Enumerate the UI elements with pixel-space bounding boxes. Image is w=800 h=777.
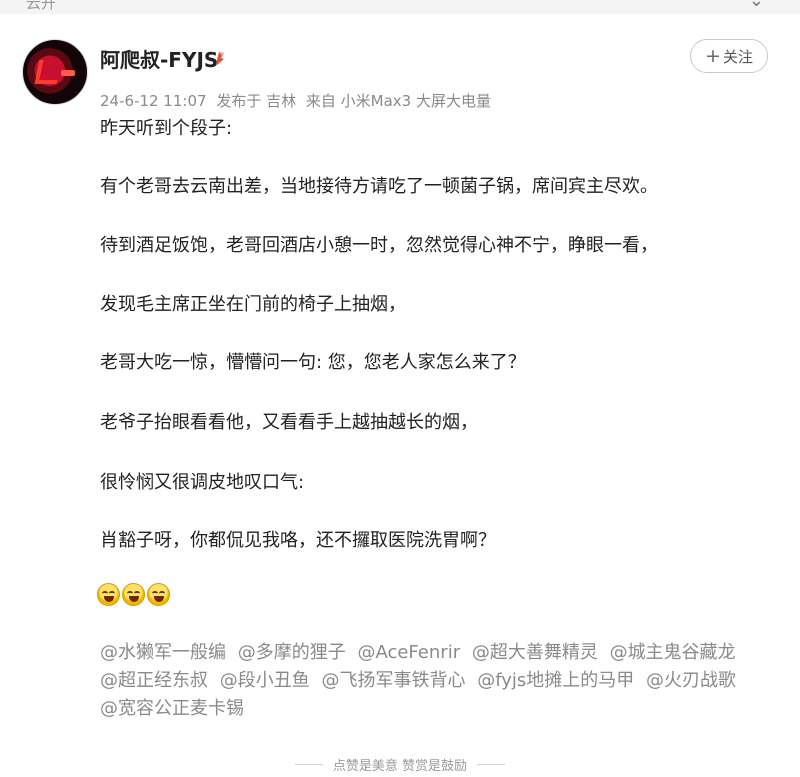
mention-link[interactable]: @AceFenrir	[357, 642, 460, 663]
mention-link[interactable]: @城主鬼谷藏龙	[610, 642, 736, 663]
post-text-line: 肖豁子呀，你都侃见我咯，还不攞取医院洗胃啊？	[100, 530, 496, 551]
post-meta: 24-6-12 11:07 发布于 吉林 来自 小米Max3 大屏大电量	[100, 90, 496, 111]
top-strip: 云开 ⌄	[0, 0, 800, 14]
post-text-line: 有个老哥去云南出差，当地接待方请吃了一顿菌子锅，席间宾主尽欢。	[100, 176, 658, 197]
post-device: 来自 小米Max3 大屏大电量	[305, 92, 491, 110]
mention-link[interactable]: @宽容公正麦卡锡	[100, 698, 244, 719]
follow-button[interactable]: + 关注	[690, 39, 768, 73]
mention-link[interactable]: @段小丑鱼	[220, 670, 310, 691]
footer-divider	[477, 764, 506, 765]
laughing-emoji-icon	[97, 583, 120, 606]
footer-text: 点赞是美意 赞赏是鼓励	[332, 759, 468, 774]
plus-icon: +	[705, 44, 721, 67]
avatar[interactable]	[22, 39, 88, 105]
mention-link[interactable]: @fyjs地摊上的马甲	[477, 670, 634, 691]
username[interactable]: 阿爬叔-FYJS	[100, 44, 218, 73]
footer-divider	[294, 764, 323, 765]
post-text-line: 老爷子抬眼看看他，又看看手上越抽越长的烟，	[100, 412, 478, 433]
top-label: 云开	[26, 0, 57, 12]
user-badge-icon	[216, 52, 224, 65]
post-text-line: 发现毛主席正坐在门前的椅子上抽烟，	[100, 294, 406, 315]
mention-link[interactable]: @水獭军一般编	[100, 642, 226, 663]
post-location: 发布于 吉林	[216, 92, 297, 110]
post-text-line: 老哥大吃一惊，懵懵问一句: 您，您老人家怎么来了？	[100, 352, 526, 373]
post-date: 24-6-12 11:07	[100, 92, 207, 110]
laughing-emoji-icon	[147, 583, 170, 606]
footer: 点赞是美意 赞赏是鼓励	[0, 752, 800, 777]
post-text-line: 待到酒足饭饱，老哥回酒店小憩一时，忽然觉得心神不宁，睁眼一看，	[100, 235, 658, 256]
mentions: @水獭军一般编 @多摩的狸子 @AceFenrir @超大善舞精灵 @城主鬼谷藏…	[100, 639, 762, 723]
emoji-row	[97, 583, 170, 606]
chevron-down-icon[interactable]: ⌄	[749, 0, 764, 11]
laughing-emoji-icon	[122, 583, 145, 606]
mention-link[interactable]: @超正经东叔	[100, 670, 208, 691]
mention-link[interactable]: @多摩的狸子	[238, 642, 346, 663]
follow-label: 关注	[722, 47, 753, 66]
post-text-line: 很怜悯又很调皮地叹口气:	[100, 472, 305, 493]
mention-link[interactable]: @飞扬军事铁背心	[321, 670, 465, 691]
mention-link[interactable]: @火刃战歌	[646, 670, 736, 691]
mention-link[interactable]: @超大善舞精灵	[472, 642, 598, 663]
post-text-line: 昨天听到个段子:	[100, 118, 233, 139]
